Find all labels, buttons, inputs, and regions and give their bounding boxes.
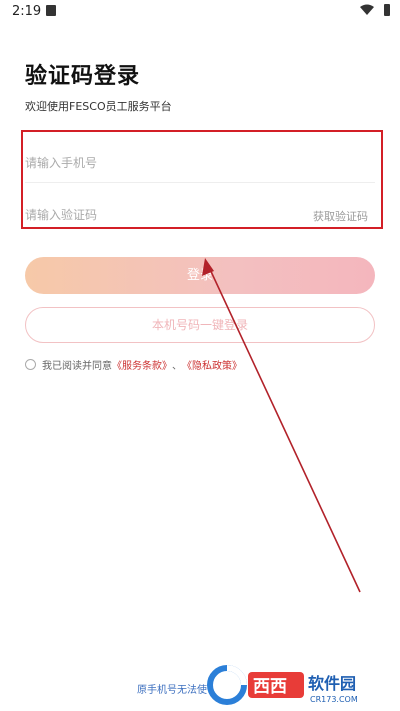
- wifi-icon: [360, 4, 374, 15]
- status-bar: 2:19: [0, 0, 400, 24]
- agreement: 我已阅读并同意 《服务条款》 、 《隐私政策》: [25, 357, 242, 372]
- bottom-link[interactable]: 原手机号无法使: [137, 681, 207, 696]
- page-subtitle: 欢迎使用FESCO员工服务平台: [25, 100, 172, 113]
- privacy-policy-link[interactable]: 《隐私政策》: [182, 357, 242, 372]
- agreement-checkbox[interactable]: [25, 359, 36, 370]
- onekey-login-button[interactable]: 本机号码一键登录: [25, 307, 375, 343]
- highlight-box: [21, 130, 383, 229]
- a-icon: [46, 5, 56, 16]
- status-time: 2:19: [12, 4, 42, 19]
- page-title: 验证码登录: [25, 64, 141, 89]
- agreement-separator: 、: [172, 361, 182, 372]
- svg-text:西西: 西西: [253, 677, 287, 697]
- agreement-prefix: 我已阅读并同意: [42, 361, 112, 372]
- battery-icon: [384, 4, 390, 16]
- watermark-logo: 西西 软件园 CR173.COM: [206, 664, 392, 706]
- svg-text:软件园: 软件园: [308, 674, 356, 693]
- svg-text:CR173.COM: CR173.COM: [310, 695, 358, 704]
- login-button[interactable]: 登录: [25, 257, 375, 294]
- service-terms-link[interactable]: 《服务条款》: [112, 357, 172, 372]
